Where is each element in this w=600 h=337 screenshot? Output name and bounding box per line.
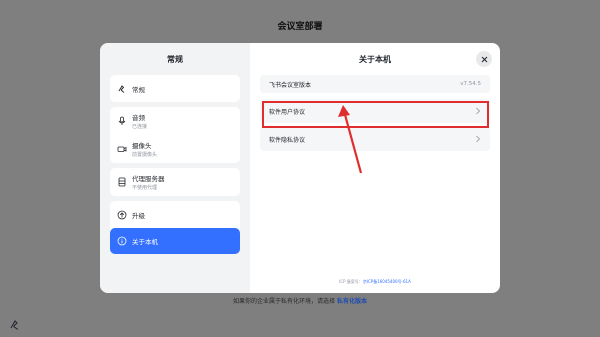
icp-code-link[interactable]: 京ICP备16045400号-61A [363,279,411,284]
background-footer: 如果你的企业属于私有化环境，请选择 私有化版本 [0,296,600,305]
chevron-right-icon [476,107,481,115]
sidebar-item-label: 常规 [132,85,145,94]
version-label: 飞书会议室版本 [269,81,312,89]
privacy-agreement-label: 软件隐私协议 [269,136,306,144]
privacy-agreement-row[interactable]: 软件隐私协议 [260,127,490,151]
sidebar-item-audio[interactable]: 音频 已连接 [110,107,240,135]
sidebar-item-upgrade[interactable]: 升级 [110,201,240,228]
camera-icon [117,146,127,152]
sidebar-item-sub: 不使用代理 [132,185,158,191]
sidebar-item-label: 代理服务器 [132,175,165,183]
sidebar-group-proxy: 代理服务器 不使用代理 [110,168,240,196]
settings-dialog: 常规 常规 音频 已连接 摄像头 前置摄像头 代理服务器 不使用代理 升级 关于… [100,43,500,293]
info-icon [117,236,127,246]
version-row: 飞书会议室版本 v7.54.5 [260,75,490,93]
sidebar-group-devices: 音频 已连接 摄像头 前置摄像头 [110,107,240,163]
sidebar-title: 常规 [167,55,183,64]
icp-label: ICP 备案号： [339,279,363,284]
sidebar-item-label: 音频 [132,114,145,122]
server-icon [118,177,126,187]
close-icon [481,56,487,62]
sidebar-item-label: 升级 [132,211,145,220]
panel-title: 关于本机 [359,55,391,64]
user-agreement-row[interactable]: 软件用户协议 [260,99,490,123]
microphone-icon [118,116,126,125]
user-agreement-label: 软件用户协议 [269,108,306,116]
private-version-link[interactable]: 私有化版本 [337,298,367,305]
settings-icon [118,84,125,93]
sidebar-item-sub: 前置摄像头 [132,152,158,158]
close-button[interactable] [476,51,492,67]
sidebar: 常规 常规 音频 已连接 摄像头 前置摄像头 代理服务器 不使用代理 升级 关于… [100,43,250,293]
sidebar-group-about: 升级 关于本机 [110,201,240,254]
sidebar-item-label: 摄像头 [132,142,152,150]
about-list: 飞书会议室版本 v7.54.5 软件用户协议 软件隐私协议 [260,75,490,151]
footer-text: 如果你的企业属于私有化环境，请选择 [233,298,336,305]
annotation-arrow-icon [338,105,363,174]
version-value: v7.54.5 [460,81,481,87]
icp-info: ICP 备案号：京ICP备16045400号-61A [250,279,500,285]
sidebar-item-label: 关于本机 [132,238,158,246]
sidebar-item-general[interactable]: 常规 [110,75,240,102]
chevron-right-icon [476,135,481,143]
settings-icon[interactable] [8,318,22,332]
background-title: 会议室部署 [277,22,323,32]
sidebar-item-proxy[interactable]: 代理服务器 不使用代理 [110,168,240,196]
upgrade-icon [117,210,127,219]
sidebar-group-general: 常规 [110,75,240,102]
sidebar-item-camera[interactable]: 摄像头 前置摄像头 [110,135,240,163]
main-panel: 关于本机 飞书会议室版本 v7.54.5 软件用户协议 软件隐私协议 ICP 备… [250,43,500,293]
sidebar-item-about[interactable]: 关于本机 [110,228,240,254]
sidebar-item-sub: 已连接 [132,124,148,130]
